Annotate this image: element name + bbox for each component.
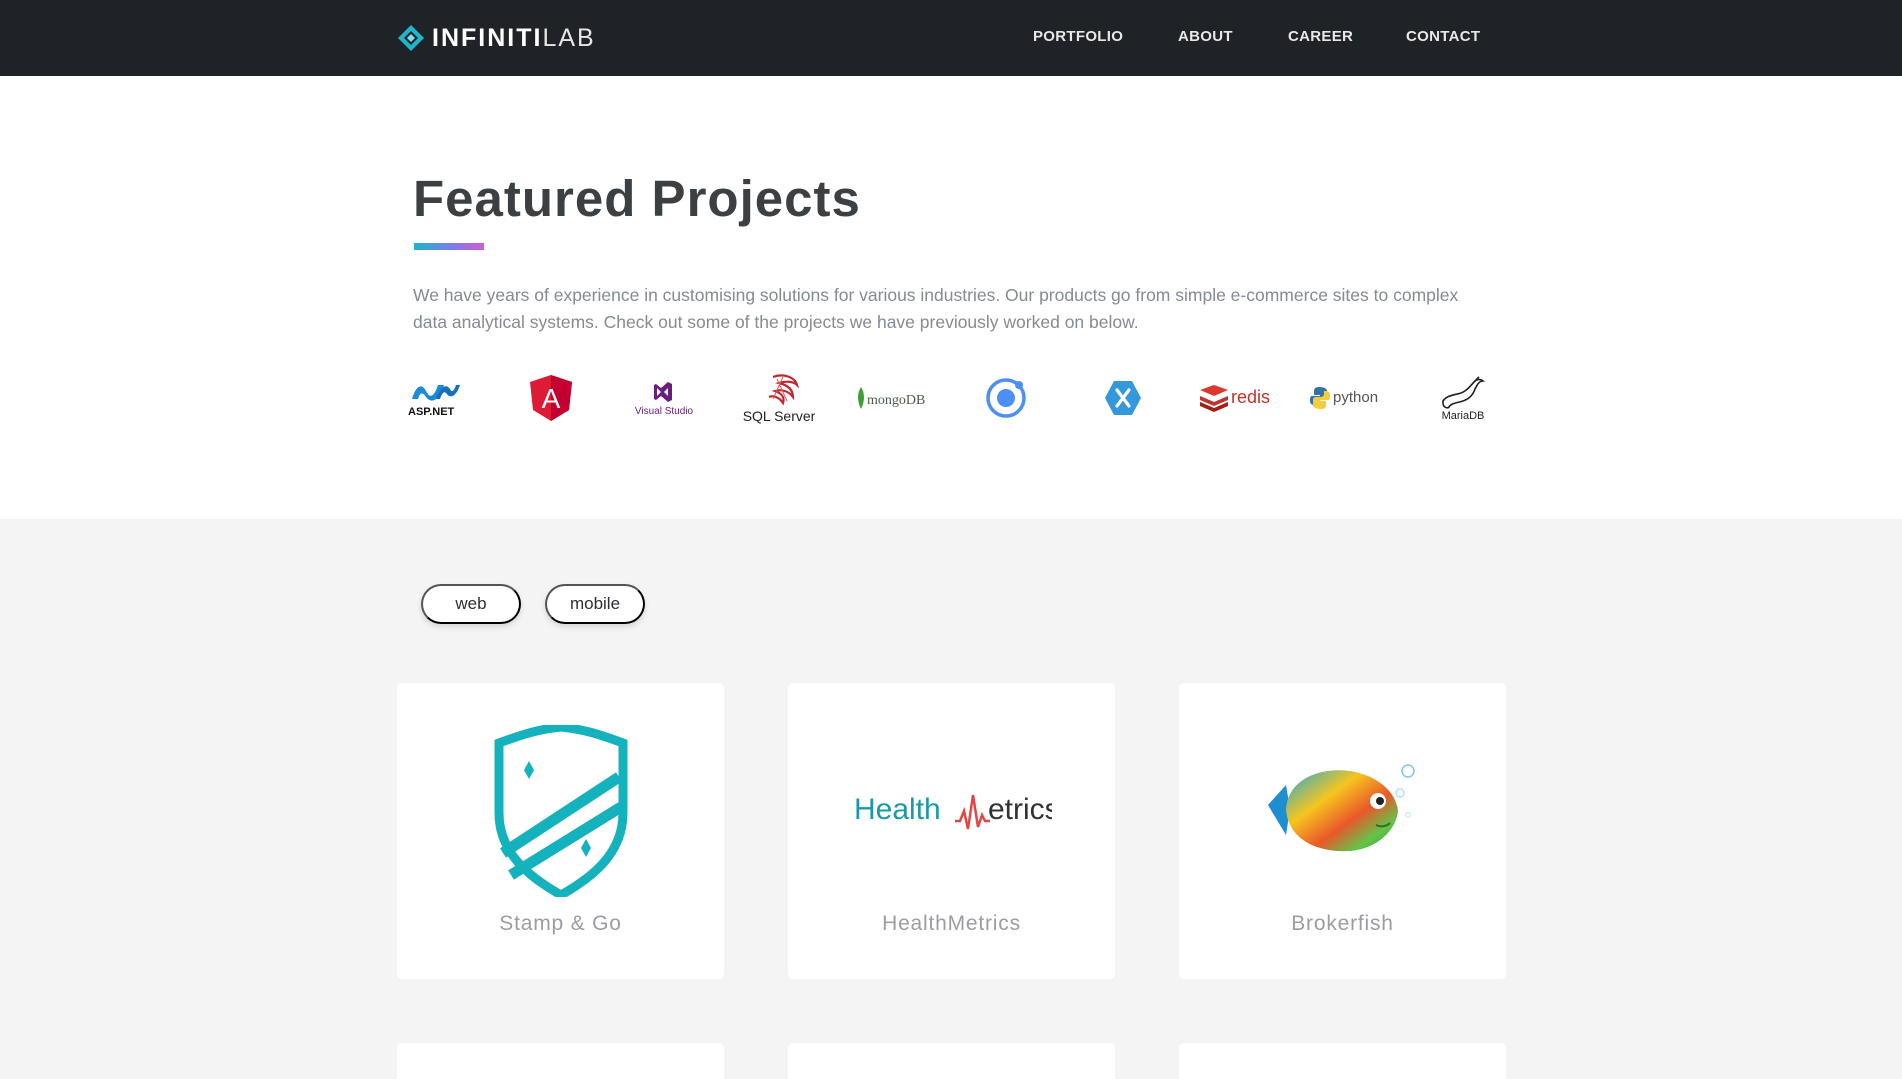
aspnet-icon: ASP.NET	[408, 385, 460, 418]
project-card-partial[interactable]	[788, 1043, 1115, 1079]
project-card-partial[interactable]	[397, 1043, 724, 1079]
svg-text:MariaDB: MariaDB	[1442, 410, 1485, 422]
brand-name-light: LAB	[542, 24, 596, 52]
nav-link-about[interactable]: ABOUT	[1178, 28, 1233, 46]
brand-name-bold: INFINITI	[432, 24, 543, 52]
nav-link-career[interactable]: CAREER	[1288, 28, 1353, 46]
filter-mobile-button[interactable]: mobile	[545, 584, 645, 624]
title-underline	[414, 243, 484, 250]
angular-icon: A	[530, 375, 572, 421]
aspnet-logo: ASP.NET	[405, 366, 465, 430]
svg-text:SQL Server: SQL Server	[743, 408, 815, 424]
svg-text:A: A	[542, 383, 561, 414]
tech-logo-strip: ASP.NET A Visual Studio SQL Server mongo…	[405, 366, 1515, 430]
svg-text:mongoDB: mongoDB	[867, 393, 925, 408]
brand-logo[interactable]: INFINITILAB	[396, 24, 596, 52]
project-card-partial[interactable]	[1179, 1043, 1506, 1079]
sql-server-logo: SQL Server	[743, 366, 815, 430]
page-title: Featured Projects	[413, 170, 861, 227]
intro-description: We have years of experience in customisi…	[413, 285, 1459, 332]
nav-link-portfolio[interactable]: PORTFOLIO	[1033, 28, 1123, 46]
heartbeat-icon: Health etrics	[854, 793, 1052, 829]
project-logo	[397, 723, 724, 898]
redis-logo: redis	[1197, 366, 1279, 430]
top-navbar: INFINITILAB PORTFOLIO ABOUT CAREER CONTA…	[0, 0, 1902, 76]
filter-web-button[interactable]: web	[421, 584, 521, 624]
svg-text:Visual Studio: Visual Studio	[635, 406, 694, 417]
visual-studio-logo: Visual Studio	[631, 366, 697, 430]
project-card-brokerfish[interactable]: Brokerfish	[1179, 683, 1506, 979]
project-logo	[1179, 723, 1506, 898]
project-name: HealthMetrics	[882, 912, 1021, 935]
project-name: Stamp & Go	[499, 912, 622, 935]
featured-intro-section: Featured Projects We have years of exper…	[0, 76, 1902, 519]
svg-text:ASP.NET: ASP.NET	[408, 406, 455, 418]
xamarin-icon	[1105, 381, 1141, 415]
svg-text:Health: Health	[854, 793, 941, 826]
project-name: Brokerfish	[1291, 912, 1394, 935]
svg-text:redis: redis	[1231, 387, 1270, 407]
angular-logo: A	[527, 366, 575, 430]
project-card-healthmetrics[interactable]: Health etrics HealthMetrics	[788, 683, 1115, 979]
fish-icon	[1267, 763, 1415, 851]
mongodb-icon: mongoDB	[858, 387, 925, 409]
ionic-logo	[983, 366, 1029, 430]
projects-section: web mobile Stamp & Go Health etrics Heal…	[0, 519, 1902, 1079]
shield-icon	[494, 724, 627, 897]
nav-link-contact[interactable]: CONTACT	[1406, 28, 1480, 46]
xamarin-logo	[1103, 366, 1143, 430]
svg-text:python: python	[1333, 389, 1378, 406]
sql-server-icon: SQL Server	[743, 374, 815, 424]
svg-text:etrics: etrics	[988, 793, 1052, 826]
ionic-icon	[986, 378, 1026, 418]
python-icon: python	[1310, 387, 1378, 409]
mariadb-icon: MariaDB	[1442, 376, 1485, 422]
python-logo: python	[1309, 366, 1391, 430]
project-card-stamp-and-go[interactable]: Stamp & Go	[397, 683, 724, 979]
redis-icon: redis	[1200, 385, 1270, 412]
project-logo: Health etrics	[788, 723, 1115, 898]
visual-studio-icon: Visual Studio	[635, 382, 694, 417]
mariadb-logo: MariaDB	[1435, 366, 1491, 430]
brand-name: INFINITILAB	[432, 24, 596, 52]
diamond-logo-icon	[398, 25, 424, 51]
mongodb-logo: mongoDB	[855, 366, 935, 430]
